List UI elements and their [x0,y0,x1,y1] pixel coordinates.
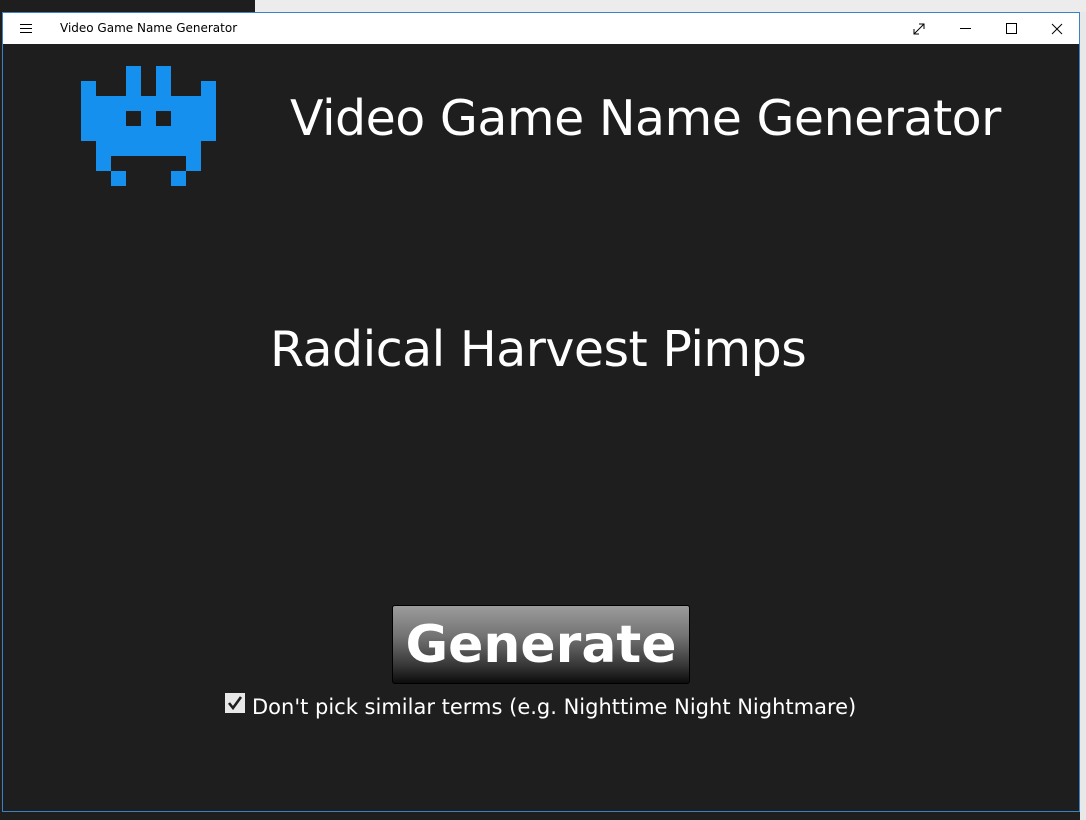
fullscreen-button[interactable] [896,13,942,44]
app-window: Video Game Name Generator Video Game Nam… [2,12,1080,812]
close-button[interactable] [1034,13,1080,44]
close-icon [1051,23,1063,34]
similar-terms-checkbox[interactable] [225,693,245,713]
checkmark-icon [227,696,243,711]
minimize-button[interactable] [942,13,988,44]
title-bar: Video Game Name Generator [3,13,1079,44]
hamburger-icon[interactable] [17,21,35,37]
similar-terms-label[interactable]: Don't pick similar terms (e.g. Nighttime… [252,695,856,719]
space-invader-icon [81,66,216,186]
window-title: Video Game Name Generator [60,21,238,35]
background-desktop-strip [255,0,1086,12]
maximize-button[interactable] [988,13,1034,44]
content-area: Video Game Name Generator Radical Harves… [3,44,1079,811]
minimize-icon [959,28,971,29]
maximize-icon [1005,23,1017,34]
generated-name: Radical Harvest Pimps [270,321,807,378]
fullscreen-icon [913,23,925,34]
page-title: Video Game Name Generator [290,90,1001,147]
background-right-strip [1080,12,1086,820]
generate-button[interactable]: Generate [392,605,690,684]
